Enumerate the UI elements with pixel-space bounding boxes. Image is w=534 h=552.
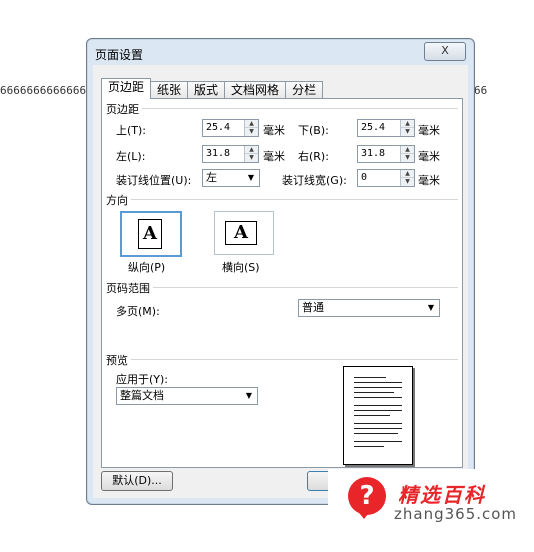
spin-down-icon[interactable]: ▼ (245, 154, 258, 162)
landscape-option[interactable]: A (214, 211, 274, 255)
preview-line (354, 382, 402, 383)
preview-line (354, 397, 402, 398)
spin-down-icon[interactable]: ▼ (401, 178, 414, 186)
gutter-position-select[interactable]: 左 ▼ (202, 169, 260, 187)
tab-columns[interactable]: 分栏 (285, 81, 324, 99)
right-margin-value[interactable] (358, 146, 399, 162)
margins-section-label: 页边距 (106, 101, 142, 117)
chevron-down-icon[interactable]: ▼ (425, 302, 437, 314)
multiple-pages-select[interactable]: 普通 ▼ (298, 299, 440, 317)
tab-margins[interactable]: 页边距 (101, 78, 152, 99)
watermark-pointer (356, 509, 372, 519)
portrait-page-icon: A (138, 219, 162, 249)
close-icon: X (441, 44, 449, 57)
watermark: ? 精选百科 zhang365.com (328, 469, 534, 531)
top-margin-label: 上(T): (116, 124, 147, 137)
tab-document-grid[interactable]: 文档网格 (224, 81, 287, 99)
pages-divider (106, 287, 458, 288)
left-margin-value[interactable] (203, 146, 243, 162)
preview-line (354, 377, 386, 378)
right-margin-input[interactable]: ▲▼ (357, 145, 415, 163)
gutter-width-value[interactable] (358, 170, 399, 186)
landscape-label: 横向(S) (222, 261, 260, 274)
page-preview (343, 366, 413, 465)
orientation-divider (106, 199, 458, 200)
apply-to-label: 应用于(Y): (116, 373, 169, 386)
preview-divider (106, 359, 458, 360)
preview-line (354, 441, 402, 442)
left-margin-spinner[interactable]: ▲ ▼ (244, 146, 258, 162)
close-button[interactable]: X (424, 42, 466, 61)
title-bar: 页面设置 X (87, 39, 474, 65)
gutter-width-spinner[interactable]: ▲ ▼ (400, 170, 414, 186)
preview-line (354, 410, 402, 411)
portrait-option[interactable]: A (120, 211, 182, 257)
tab-strip: 页边距 纸张 版式 文档网格 分栏 (101, 78, 324, 99)
left-margin-unit: 毫米 (263, 150, 285, 163)
bottom-margin-spinner[interactable]: ▲ ▼ (400, 120, 414, 136)
portrait-label: 纵向(P) (128, 261, 166, 274)
preview-line (354, 387, 402, 388)
bottom-margin-unit: 毫米 (418, 124, 440, 137)
multiple-pages-label: 多页(M): (116, 305, 160, 318)
spin-up-icon[interactable]: ▲ (245, 146, 258, 154)
spin-up-icon[interactable]: ▲ (245, 120, 258, 128)
page-setup-dialog: 页面设置 X 页边距 纸张 版式 文档网格 分栏 页边距 上(T): ▲▼ 毫米… (86, 38, 475, 505)
background-text-right: 66 (474, 84, 488, 97)
preview-line (354, 392, 394, 393)
right-margin-label: 右(R): (298, 150, 329, 163)
tab-paper[interactable]: 纸张 (150, 81, 189, 99)
default-button[interactable]: 默认(D)... (101, 471, 173, 491)
watermark-site: zhang365.com (394, 505, 518, 523)
right-margin-unit: 毫米 (418, 150, 440, 163)
top-margin-spinner[interactable]: ▲ ▼ (244, 120, 258, 136)
left-margin-input[interactable]: ▲▼ (202, 145, 259, 163)
spin-up-icon[interactable]: ▲ (401, 120, 414, 128)
gutter-width-label: 装订线宽(G): (282, 174, 347, 187)
orientation-section-label: 方向 (106, 192, 131, 208)
gutter-width-input[interactable]: ▲▼ (357, 169, 415, 187)
bottom-margin-input[interactable]: ▲▼ (357, 119, 415, 137)
chevron-down-icon[interactable]: ▼ (243, 390, 255, 402)
landscape-page-icon: A (225, 221, 257, 245)
margins-divider (106, 108, 458, 109)
chevron-down-icon[interactable]: ▼ (245, 172, 257, 184)
top-margin-value[interactable] (203, 120, 243, 136)
gutter-width-unit: 毫米 (418, 174, 440, 187)
dialog-client: 页边距 纸张 版式 文档网格 分栏 页边距 上(T): ▲▼ 毫米 下(B): … (93, 65, 468, 498)
bottom-margin-label: 下(B): (298, 124, 329, 137)
apply-to-select[interactable]: 整篇文档 ▼ (116, 387, 258, 405)
spin-down-icon[interactable]: ▼ (401, 128, 414, 136)
spin-down-icon[interactable]: ▼ (245, 128, 258, 136)
spin-down-icon[interactable]: ▼ (401, 154, 414, 162)
right-margin-spinner[interactable]: ▲ ▼ (400, 146, 414, 162)
preview-line (354, 428, 402, 429)
top-margin-input[interactable]: ▲▼ (202, 119, 259, 137)
preview-line (354, 446, 384, 447)
spin-up-icon[interactable]: ▲ (401, 170, 414, 178)
preview-line (354, 415, 390, 416)
apply-to-value: 整篇文档 (120, 389, 164, 402)
tab-layout[interactable]: 版式 (187, 81, 226, 99)
gutter-position-value: 左 (206, 171, 217, 184)
left-margin-label: 左(L): (116, 150, 146, 163)
watermark-brand: 精选百科 (398, 483, 486, 507)
spin-up-icon[interactable]: ▲ (401, 146, 414, 154)
multiple-pages-value: 普通 (302, 301, 324, 314)
background-text-left: 6666666666666 (0, 84, 87, 97)
preview-section-label: 预览 (106, 352, 131, 368)
preview-line (354, 423, 402, 424)
top-margin-unit: 毫米 (263, 124, 285, 137)
preview-line (354, 433, 398, 434)
dialog-title: 页面设置 (95, 48, 144, 62)
bottom-margin-value[interactable] (358, 120, 399, 136)
preview-line (354, 405, 402, 406)
gutter-position-label: 装订线位置(U): (116, 174, 192, 187)
pages-section-label: 页码范围 (106, 280, 153, 296)
